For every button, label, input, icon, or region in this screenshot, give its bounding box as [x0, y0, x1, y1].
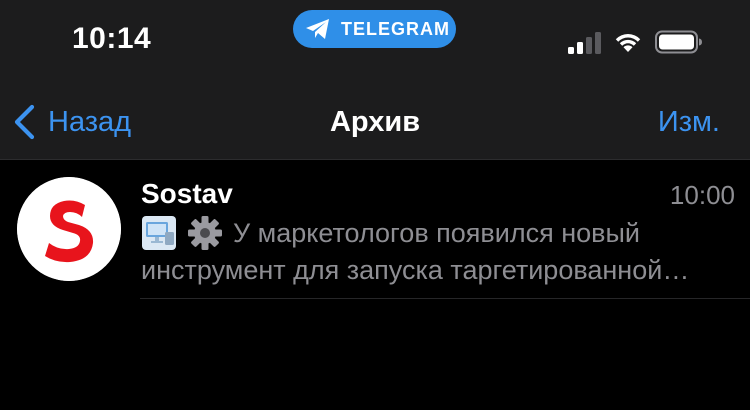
chat-divider — [140, 298, 750, 299]
avatar — [17, 177, 121, 281]
top-bar: 10:14 TELEGRAM Назад Архив Изм. — [0, 0, 750, 160]
chat-preview-text-1: У маркетологов появился новый — [233, 217, 640, 248]
telegram-archive-screen: 10:14 TELEGRAM Назад Архив Изм. Sostav 1… — [0, 0, 750, 410]
edit-button[interactable]: Изм. — [658, 106, 720, 139]
computer-screen-icon — [142, 216, 176, 250]
sostav-logo-icon — [17, 177, 121, 281]
wifi-icon — [615, 34, 641, 52]
chat-time: 10:00 — [669, 180, 735, 210]
chat-preview-line-1: У маркетологов появился новый — [141, 215, 731, 251]
chat-preview-line-2: инструмент для запуска таргетированной… — [141, 255, 690, 285]
gear-icon — [188, 216, 222, 250]
telegram-plane-icon — [306, 19, 329, 39]
cellular-signal-icon — [568, 32, 601, 54]
chat-list-item[interactable]: Sostav 10:00 У маркетологов появился нов… — [0, 160, 750, 298]
telegram-pill-label: TELEGRAM — [341, 18, 450, 39]
battery-icon — [655, 30, 702, 54]
chat-name: Sostav — [141, 178, 233, 209]
telegram-pill[interactable]: TELEGRAM — [293, 10, 456, 48]
page-title: Архив — [329, 106, 421, 138]
status-time: 10:14 — [72, 22, 152, 55]
